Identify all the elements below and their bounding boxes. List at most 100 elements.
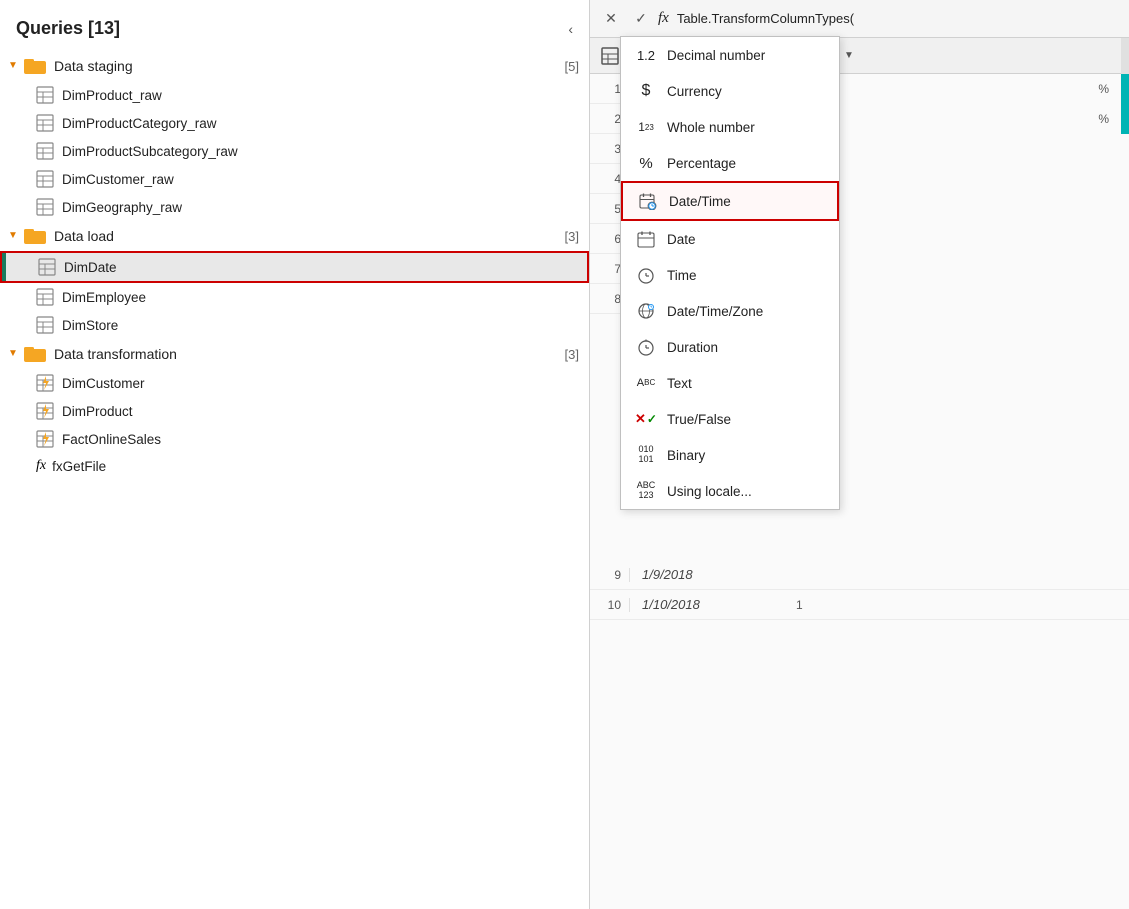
query-list: ▼ Data staging [5] DimProduct_raw DimPro… bbox=[0, 51, 589, 909]
table-icon bbox=[38, 258, 56, 276]
list-item[interactable]: DimProductSubcategory_raw bbox=[0, 137, 589, 165]
dropdown-item-datetime[interactable]: Date/Time bbox=[621, 181, 839, 221]
whole-number-icon: 123 bbox=[635, 116, 657, 138]
dropdown-label-currency: Currency bbox=[667, 84, 722, 99]
pct-labels: % % bbox=[1098, 74, 1109, 134]
dropdown-item-binary[interactable]: 010101 Binary bbox=[621, 437, 839, 473]
day-dropdown-arrow[interactable]: ▼ bbox=[844, 50, 854, 61]
dropdown-label-binary: Binary bbox=[667, 448, 705, 463]
check-button[interactable]: ✓ bbox=[628, 6, 654, 32]
list-item[interactable]: DimGeography_raw bbox=[0, 193, 589, 221]
close-button[interactable]: ✕ bbox=[598, 6, 624, 32]
triangle-icon: ▼ bbox=[8, 348, 20, 360]
dropdown-label-date: Date bbox=[667, 232, 696, 247]
formula-input[interactable]: Table.TransformColumnTypes( bbox=[677, 11, 1121, 26]
table-icon bbox=[36, 142, 54, 160]
dropdown-label-duration: Duration bbox=[667, 340, 718, 355]
dropdown-item-percentage[interactable]: % Percentage bbox=[621, 145, 839, 181]
dropdown-item-date[interactable]: Date bbox=[621, 221, 839, 257]
collapse-button[interactable]: ‹ bbox=[568, 21, 573, 37]
text-icon: ABC bbox=[635, 372, 657, 394]
query-name-fx: fxGetFile bbox=[52, 459, 106, 474]
group-data-staging[interactable]: ▼ Data staging [5] bbox=[0, 51, 589, 81]
list-item[interactable]: DimProduct bbox=[0, 397, 589, 425]
dropdown-item-locale[interactable]: ABC123 Using locale... bbox=[621, 473, 839, 509]
table-selector-icon bbox=[600, 46, 620, 66]
fx-icon: fx bbox=[36, 458, 46, 474]
datetime-icon bbox=[637, 190, 659, 212]
dropdown-label-datetimezone: Date/Time/Zone bbox=[667, 304, 763, 319]
query-name-dimdate: DimDate bbox=[64, 260, 117, 275]
dropdown-label-whole: Whole number bbox=[667, 120, 755, 135]
dropdown-item-text[interactable]: ABC Text bbox=[621, 365, 839, 401]
group-data-load[interactable]: ▼ Data load [3] bbox=[0, 221, 589, 251]
query-name: DimProductCategory_raw bbox=[62, 116, 217, 131]
dropdown-label-truefalse: True/False bbox=[667, 412, 731, 427]
folder-icon bbox=[24, 227, 46, 245]
fx-formula-icon: fx bbox=[658, 10, 669, 27]
decimal-icon: 1.2 bbox=[635, 44, 657, 66]
dropdown-label-text: Text bbox=[667, 376, 692, 391]
formula-bar: ✕ ✓ fx Table.TransformColumnTypes( bbox=[590, 0, 1129, 38]
date-icon bbox=[635, 228, 657, 250]
row-number: 9 bbox=[590, 568, 630, 582]
dropdown-item-time[interactable]: Time bbox=[621, 257, 839, 293]
group-count-staging: [5] bbox=[565, 59, 579, 74]
list-item[interactable]: DimStore bbox=[0, 311, 589, 339]
datetimezone-icon bbox=[635, 300, 657, 322]
dropdown-item-truefalse[interactable]: ✕ ✓ True/False bbox=[621, 401, 839, 437]
list-item[interactable]: DimCustomer_raw bbox=[0, 165, 589, 193]
list-item[interactable]: DimEmployee bbox=[0, 283, 589, 311]
binary-icon: 010101 bbox=[635, 444, 657, 466]
dropdown-item-whole[interactable]: 123 Whole number bbox=[621, 109, 839, 145]
lightning-table-icon bbox=[36, 402, 54, 420]
left-panel: Queries [13] ‹ ▼ Data staging [5] DimPro… bbox=[0, 0, 590, 909]
queries-title: Queries [13] bbox=[16, 18, 120, 39]
row-cell: 1/9/2018 bbox=[630, 567, 790, 582]
dropdown-item-currency[interactable]: $ Currency bbox=[621, 73, 839, 109]
folder-icon bbox=[24, 57, 46, 75]
dropdown-label-decimal: Decimal number bbox=[667, 48, 765, 63]
truefalse-icon: ✕ ✓ bbox=[635, 408, 657, 430]
query-name: DimEmployee bbox=[62, 290, 146, 305]
queries-header: Queries [13] ‹ bbox=[0, 0, 589, 51]
duration-icon bbox=[635, 336, 657, 358]
group-name-load: Data load bbox=[54, 228, 565, 244]
table-icon bbox=[36, 316, 54, 334]
group-data-transformation[interactable]: ▼ Data transformation [3] bbox=[0, 339, 589, 369]
list-item[interactable]: DimCustomer bbox=[0, 369, 589, 397]
dropdown-label-datetime: Date/Time bbox=[669, 194, 731, 209]
folder-icon bbox=[24, 345, 46, 363]
dropdown-label-percentage: Percentage bbox=[667, 156, 736, 171]
query-name: DimProduct_raw bbox=[62, 88, 162, 103]
group-name-staging: Data staging bbox=[54, 58, 565, 74]
group-count-load: [3] bbox=[565, 229, 579, 244]
currency-icon: $ bbox=[635, 80, 657, 102]
query-name: DimProduct bbox=[62, 404, 133, 419]
dropdown-item-datetimezone[interactable]: Date/Time/Zone bbox=[621, 293, 839, 329]
fx-item[interactable]: fx fxGetFile bbox=[0, 453, 589, 479]
table-icon bbox=[36, 86, 54, 104]
table-icon bbox=[36, 170, 54, 188]
data-area: 9 1/9/2018 10 1/10/2018 1 bbox=[590, 560, 1129, 909]
list-item[interactable]: DimProduct_raw bbox=[0, 81, 589, 109]
query-name: DimCustomer_raw bbox=[62, 172, 174, 187]
list-item[interactable]: DimProductCategory_raw bbox=[0, 109, 589, 137]
row-value: 1 bbox=[790, 598, 809, 612]
group-name-transform: Data transformation bbox=[54, 346, 565, 362]
query-name: DimGeography_raw bbox=[62, 200, 182, 215]
query-name: DimProductSubcategory_raw bbox=[62, 144, 238, 159]
table-row: 10 1/10/2018 1 bbox=[590, 590, 1129, 620]
table-row: 9 1/9/2018 bbox=[590, 560, 1129, 590]
time-icon bbox=[635, 264, 657, 286]
dropdown-item-decimal[interactable]: 1.2 Decimal number bbox=[621, 37, 839, 73]
table-icon bbox=[36, 288, 54, 306]
lightning-table-icon bbox=[36, 374, 54, 392]
table-icon bbox=[36, 198, 54, 216]
triangle-icon: ▼ bbox=[8, 230, 20, 242]
scroll-handle[interactable] bbox=[1121, 38, 1129, 74]
active-indicator bbox=[2, 253, 6, 281]
list-item[interactable]: FactOnlineSales bbox=[0, 425, 589, 453]
dropdown-item-duration[interactable]: Duration bbox=[621, 329, 839, 365]
list-item-dimdate[interactable]: DimDate bbox=[0, 251, 589, 283]
